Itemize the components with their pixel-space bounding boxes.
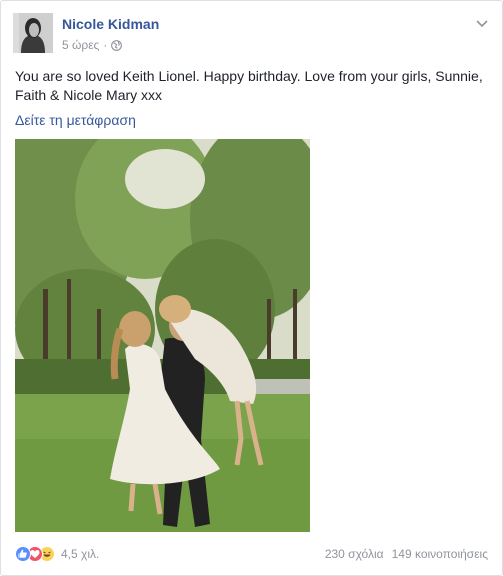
post-footer: 4,5 χιλ. 230 σχόλια 149 κοινοποιήσεις <box>15 544 488 564</box>
comments-count[interactable]: 230 σχόλια <box>325 547 384 561</box>
post-card: Nicole Kidman 5 ώρες · You are so loved … <box>0 0 503 576</box>
author-name[interactable]: Nicole Kidman <box>62 16 159 32</box>
post-meta: 5 ώρες · <box>62 38 123 52</box>
engagement-stats: 230 σχόλια 149 κοινοποιήσεις <box>325 547 488 561</box>
meta-separator: · <box>103 38 108 52</box>
reactions-count[interactable]: 4,5 χιλ. <box>61 547 99 561</box>
author-avatar[interactable] <box>13 13 53 53</box>
shares-count[interactable]: 149 κοινοποιήσεις <box>392 547 488 561</box>
like-icon <box>15 546 31 562</box>
chevron-down-icon[interactable] <box>476 15 488 28</box>
post-photo[interactable] <box>15 139 310 532</box>
reactions-summary[interactable]: 4,5 χιλ. <box>15 546 99 562</box>
globe-icon[interactable] <box>111 39 123 51</box>
post-text: You are so loved Keith Lionel. Happy bir… <box>15 68 483 103</box>
post-timestamp[interactable]: 5 ώρες <box>62 38 99 52</box>
see-translation-link[interactable]: Δείτε τη μετάφραση <box>15 112 136 128</box>
